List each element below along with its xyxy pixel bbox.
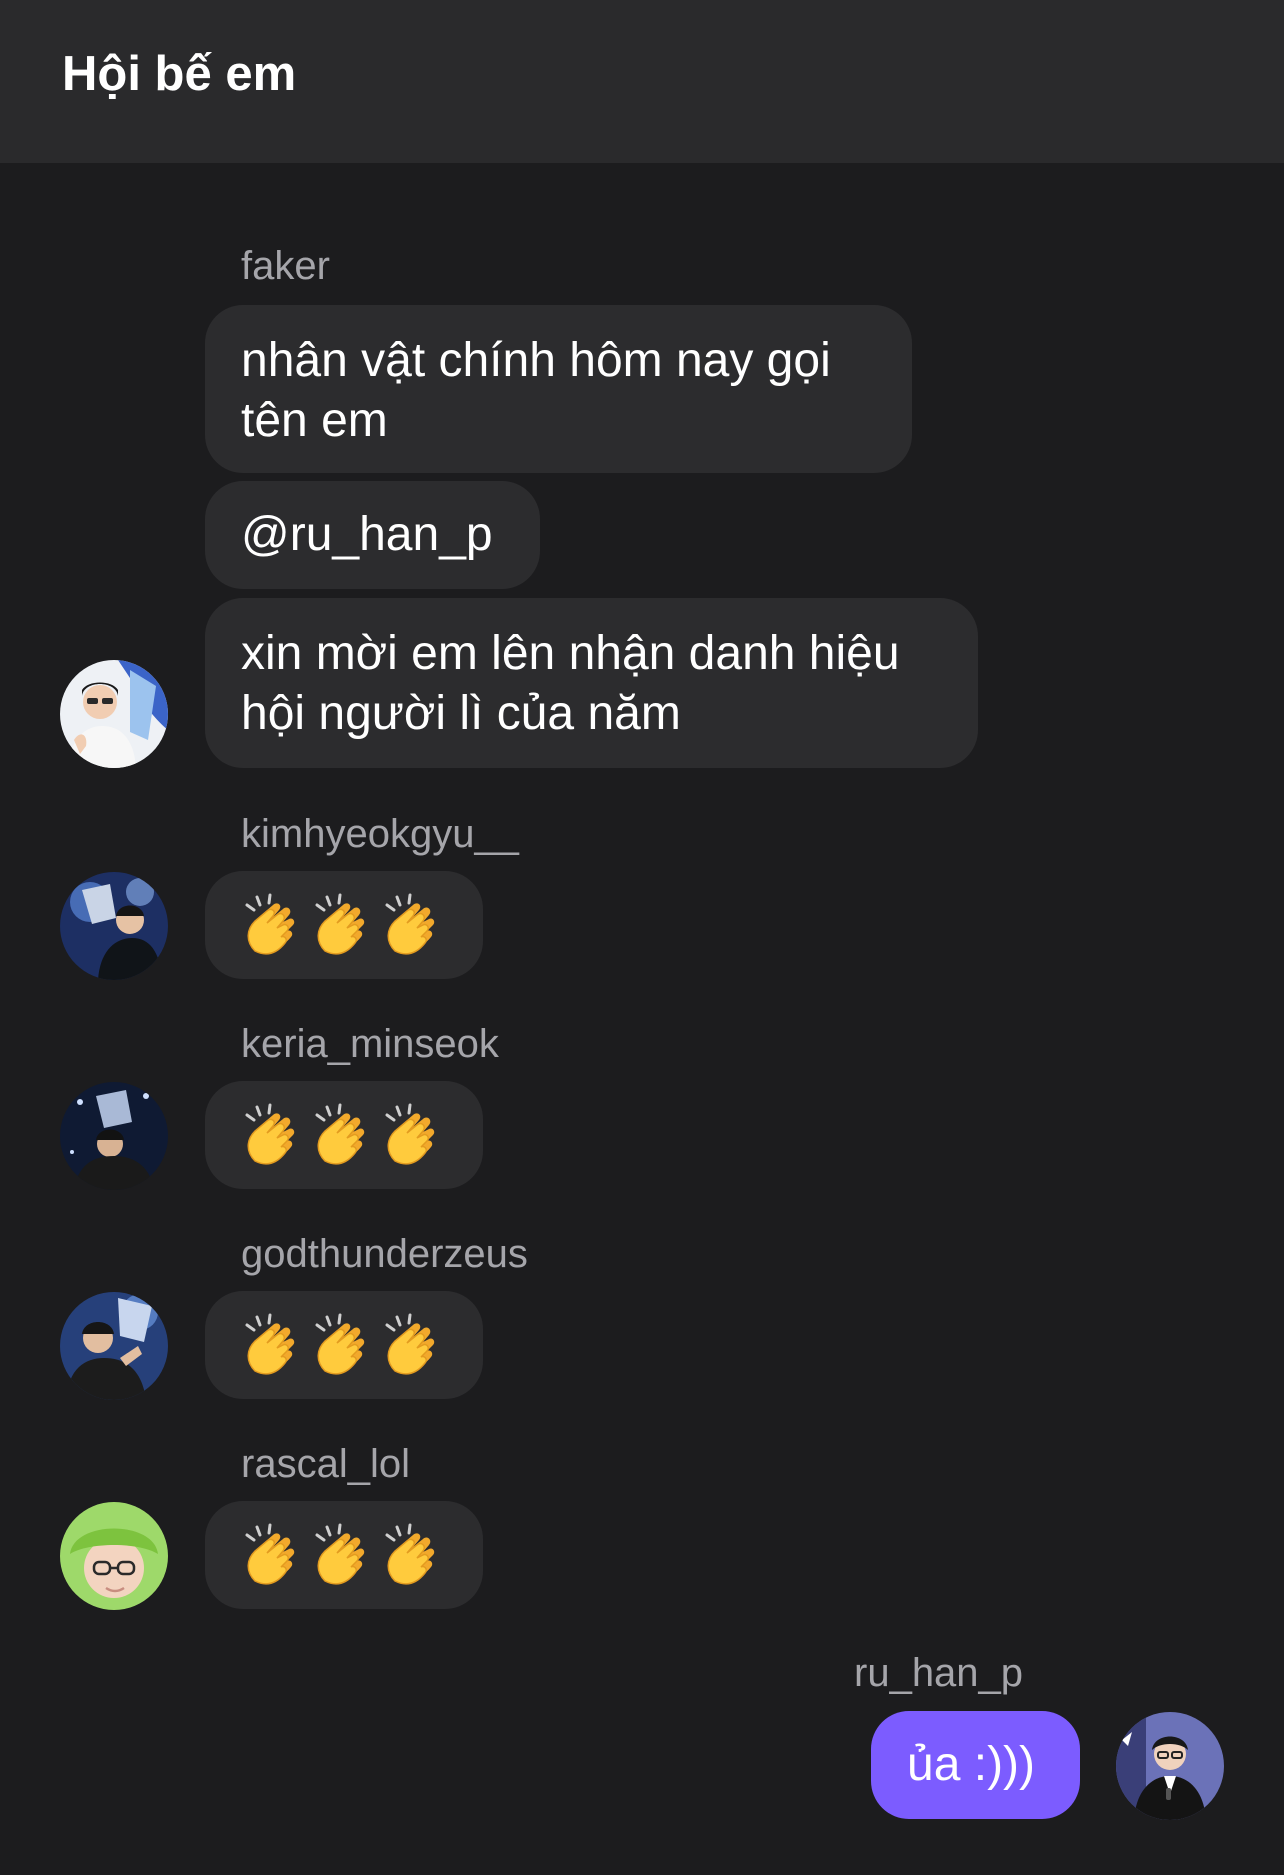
reaction-bubble[interactable] <box>205 1501 483 1609</box>
reaction-bubble[interactable] <box>205 871 483 979</box>
avatar-keria[interactable] <box>60 1082 168 1190</box>
message-text: xin mời em lên nhận danh hiệu hội người … <box>241 627 900 740</box>
clapping-hands-icon <box>239 891 445 957</box>
reaction-bubble[interactable] <box>205 1081 483 1189</box>
clapping-hands-icon <box>239 1521 445 1587</box>
sender-name[interactable]: faker <box>241 242 330 290</box>
avatar-faker[interactable] <box>60 660 168 768</box>
mention-link[interactable]: @ru_han_p <box>241 505 493 565</box>
chat-header: Hội bế em <box>0 0 1284 163</box>
own-message-text: ủa :))) <box>907 1738 1036 1791</box>
own-message-bubble[interactable]: ủa :))) <box>871 1711 1080 1819</box>
message-bubble[interactable]: nhân vật chính hôm nay gọi tên em <box>205 305 912 473</box>
clapping-hands-icon <box>239 1311 445 1377</box>
avatar-rascal[interactable] <box>60 1502 168 1610</box>
chat-title[interactable]: Hội bế em <box>62 44 296 104</box>
sender-name[interactable]: keria_minseok <box>241 1020 499 1068</box>
avatar-godthunderzeus[interactable] <box>60 1292 168 1400</box>
sender-name[interactable]: kimhyeokgyu__ <box>241 810 519 858</box>
message-bubble[interactable]: xin mời em lên nhận danh hiệu hội người … <box>205 598 978 768</box>
reaction-bubble[interactable] <box>205 1291 483 1399</box>
own-sender-name[interactable]: ru_han_p <box>854 1649 1023 1697</box>
sender-name[interactable]: godthunderzeus <box>241 1230 528 1278</box>
clapping-hands-icon <box>239 1101 445 1167</box>
sender-name[interactable]: rascal_lol <box>241 1440 410 1488</box>
message-text: nhân vật chính hôm nay gọi tên em <box>241 334 831 447</box>
message-bubble[interactable]: @ru_han_p <box>205 481 540 589</box>
avatar-kimhyeokgyu[interactable] <box>60 872 168 980</box>
avatar-ru-han-p[interactable] <box>1116 1712 1224 1820</box>
